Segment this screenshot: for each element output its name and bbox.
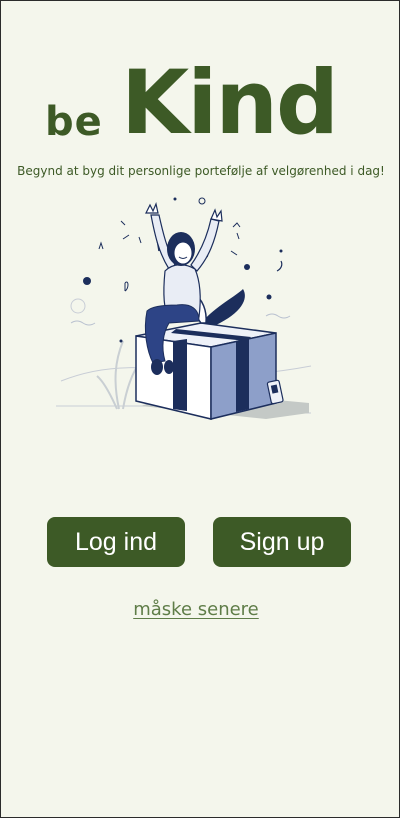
login-button[interactable]: Log ind	[47, 517, 185, 567]
app-logo: be Kind	[1, 51, 399, 154]
celebration-illustration	[56, 197, 312, 420]
logo-kind-text: Kind	[121, 51, 339, 154]
signup-button[interactable]: Sign up	[213, 517, 351, 567]
logo-be-text: be	[45, 99, 103, 145]
tagline: Begynd at byg dit personlige portefølje …	[17, 164, 385, 178]
maybe-later-link[interactable]: måske senere	[1, 599, 391, 620]
welcome-screen: be Kind Begynd at byg dit personlige por…	[0, 0, 400, 818]
